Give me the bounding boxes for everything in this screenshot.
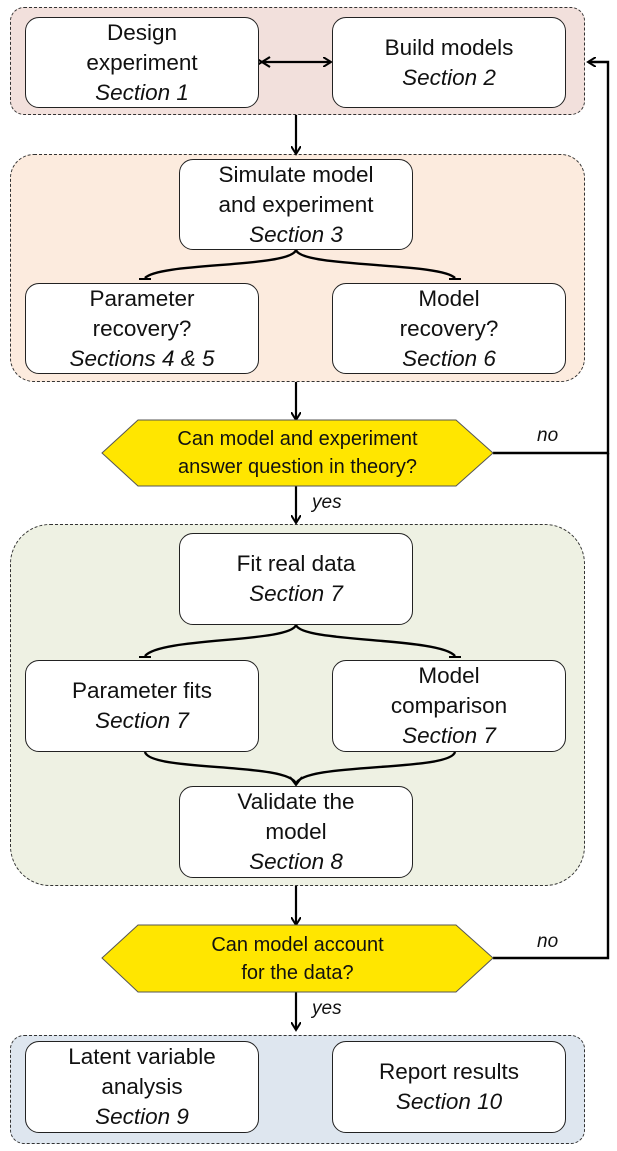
node-label: Model bbox=[418, 663, 480, 688]
section-ref: Section 1 bbox=[95, 79, 189, 105]
node-label: Model bbox=[418, 285, 480, 311]
node-label: recovery? bbox=[399, 315, 499, 341]
decision-label: Can model and experiment bbox=[177, 428, 418, 450]
node-label: recovery? bbox=[92, 315, 192, 341]
decision-label: for the data? bbox=[241, 961, 354, 984]
node-label: Parameter fits bbox=[71, 678, 213, 703]
section-ref: Sections 4 & 5 bbox=[69, 345, 215, 371]
node-build-models: Build models Section 2 bbox=[332, 17, 566, 108]
node-label: Simulate model bbox=[218, 161, 374, 187]
edge-label-account-yes: yes bbox=[312, 998, 342, 1019]
node-label: analysis bbox=[101, 1074, 183, 1099]
node-fit-real-data: Fit real data Section 7 bbox=[179, 533, 413, 625]
node-label: model bbox=[265, 819, 327, 844]
section-ref: Section 7 bbox=[249, 581, 343, 606]
section-ref: Section 6 bbox=[402, 345, 496, 371]
node-label: Design bbox=[106, 19, 178, 45]
node-parameter-fits: Parameter fits Section 7 bbox=[25, 660, 259, 752]
section-ref: Section 7 bbox=[95, 708, 189, 733]
edge-label-account-no: no bbox=[537, 931, 559, 952]
node-label: Report results bbox=[378, 1059, 520, 1084]
node-simulate: Simulate model and experiment Section 3 bbox=[179, 159, 413, 250]
node-latent-variable-analysis: Latent variable analysis Section 9 bbox=[25, 1041, 259, 1133]
decision-account: Can model account for the data? bbox=[102, 925, 493, 992]
node-label: experiment bbox=[86, 49, 198, 75]
node-model-comparison: Model comparison Section 7 bbox=[332, 660, 566, 752]
edge-label-theory-no: no bbox=[537, 425, 559, 446]
node-label: Fit real data bbox=[236, 551, 356, 576]
node-label: Validate the bbox=[237, 789, 355, 814]
node-label: and experiment bbox=[218, 191, 374, 217]
node-design-experiment: Design experiment Section 1 bbox=[25, 17, 259, 108]
decision-label: answer question in theory? bbox=[177, 456, 418, 478]
decision-label: Can model account bbox=[211, 933, 384, 956]
edge-label-theory-yes: yes bbox=[312, 492, 342, 513]
section-ref: Section 2 bbox=[402, 64, 496, 90]
branch-simulate bbox=[144, 249, 456, 279]
section-ref: Section 8 bbox=[249, 849, 343, 874]
node-label: comparison bbox=[390, 693, 508, 718]
decision-theory: Can model and experiment answer question… bbox=[102, 420, 493, 486]
section-ref: Section 10 bbox=[395, 1089, 503, 1114]
node-label: Build models bbox=[384, 34, 514, 60]
node-label: Latent variable bbox=[68, 1044, 216, 1069]
section-ref: Section 9 bbox=[95, 1104, 189, 1129]
node-label: Parameter bbox=[89, 285, 195, 311]
section-ref: Section 7 bbox=[402, 723, 496, 748]
node-report-results: Report results Section 10 bbox=[332, 1041, 566, 1133]
section-ref: Section 3 bbox=[249, 221, 343, 247]
node-parameter-recovery: Parameter recovery? Sections 4 & 5 bbox=[25, 283, 259, 374]
node-validate-model: Validate the model Section 8 bbox=[179, 786, 413, 878]
arrow-theory-no bbox=[493, 62, 610, 455]
node-model-recovery: Model recovery? Section 6 bbox=[332, 283, 566, 374]
branch-fit bbox=[144, 624, 456, 657]
